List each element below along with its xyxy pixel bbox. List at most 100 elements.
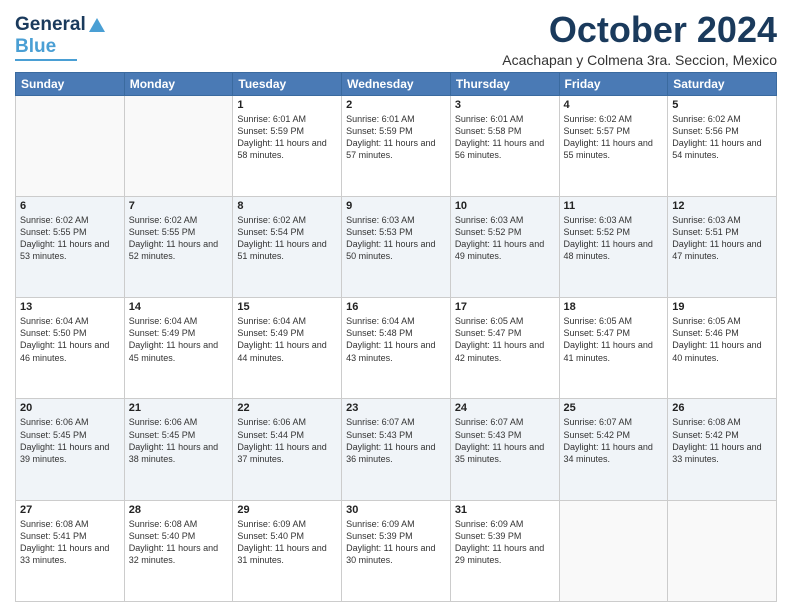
col-friday: Friday — [559, 72, 668, 95]
day-info: Sunrise: 6:02 AM Sunset: 5:56 PM Dayligh… — [672, 113, 772, 162]
table-row: 29 Sunrise: 6:09 AM Sunset: 5:40 PM Dayli… — [233, 500, 342, 601]
day-number: 6 — [20, 200, 120, 212]
calendar-week-row: 1Sunrise: 6:01 AM Sunset: 5:59 PM Daylig… — [16, 95, 777, 196]
day-info: Sunrise: 6:07 AM Sunset: 5:43 PM Dayligh… — [346, 416, 446, 465]
table-row: 19 Sunrise: 6:05 AM Sunset: 5:46 PM Dayli… — [668, 298, 777, 399]
logo: General Blue — [15, 10, 106, 61]
table-row: 5 Sunrise: 6:02 AM Sunset: 5:56 PM Daylig… — [668, 95, 777, 196]
day-info: Sunrise: 6:08 AM Sunset: 5:40 PM Dayligh… — [129, 518, 229, 567]
logo-icon — [88, 16, 106, 34]
day-number: 12 — [672, 200, 772, 212]
table-row: 28 Sunrise: 6:08 AM Sunset: 5:40 PM Dayli… — [124, 500, 233, 601]
day-number: 19 — [672, 301, 772, 313]
table-row — [16, 95, 125, 196]
day-number: 30 — [346, 504, 446, 516]
day-info: Sunrise: 6:06 AM Sunset: 5:44 PM Dayligh… — [237, 416, 337, 465]
day-info: Sunrise: 6:02 AM Sunset: 5:57 PM Dayligh… — [564, 113, 664, 162]
table-row: 30 Sunrise: 6:09 AM Sunset: 5:39 PM Dayli… — [342, 500, 451, 601]
day-number: 25 — [564, 402, 664, 414]
table-row: 24 Sunrise: 6:07 AM Sunset: 5:43 PM Dayli… — [450, 399, 559, 500]
day-number: 5 — [672, 99, 772, 111]
day-number: 31 — [455, 504, 555, 516]
table-row: 21Sunrise: 6:06 AM Sunset: 5:45 PM Dayli… — [124, 399, 233, 500]
table-row: 20Sunrise: 6:06 AM Sunset: 5:45 PM Dayli… — [16, 399, 125, 500]
table-row: 14 Sunrise: 6:04 AM Sunset: 5:49 PM Dayli… — [124, 298, 233, 399]
day-info: Sunrise: 6:06 AM Sunset: 5:45 PM Dayligh… — [20, 416, 120, 465]
day-info: Sunrise: 6:08 AM Sunset: 5:42 PM Dayligh… — [672, 416, 772, 465]
table-row: 27Sunrise: 6:08 AM Sunset: 5:41 PM Dayli… — [16, 500, 125, 601]
table-row: 7Sunrise: 6:02 AM Sunset: 5:55 PM Daylig… — [124, 196, 233, 297]
table-row: 10 Sunrise: 6:03 AM Sunset: 5:52 PM Dayli… — [450, 196, 559, 297]
table-row: 26Sunrise: 6:08 AM Sunset: 5:42 PM Dayli… — [668, 399, 777, 500]
day-number: 27 — [20, 504, 120, 516]
day-number: 14 — [129, 301, 229, 313]
table-row: 11 Sunrise: 6:03 AM Sunset: 5:52 PM Dayli… — [559, 196, 668, 297]
day-info: Sunrise: 6:03 AM Sunset: 5:52 PM Dayligh… — [455, 214, 555, 263]
day-number: 24 — [455, 402, 555, 414]
day-number: 17 — [455, 301, 555, 313]
col-monday: Monday — [124, 72, 233, 95]
day-number: 8 — [237, 200, 337, 212]
day-number: 29 — [237, 504, 337, 516]
table-row: 16 Sunrise: 6:04 AM Sunset: 5:48 PM Dayli… — [342, 298, 451, 399]
day-info: Sunrise: 6:09 AM Sunset: 5:39 PM Dayligh… — [346, 518, 446, 567]
table-row: 13 Sunrise: 6:04 AM Sunset: 5:50 PM Dayli… — [16, 298, 125, 399]
day-number: 10 — [455, 200, 555, 212]
table-row: 18 Sunrise: 6:05 AM Sunset: 5:47 PM Dayli… — [559, 298, 668, 399]
title-section: October 2024 Acachapan y Colmena 3ra. Se… — [502, 10, 777, 68]
col-wednesday: Wednesday — [342, 72, 451, 95]
day-info: Sunrise: 6:04 AM Sunset: 5:50 PM Dayligh… — [20, 315, 120, 364]
day-number: 13 — [20, 301, 120, 313]
table-row — [559, 500, 668, 601]
day-info: Sunrise: 6:04 AM Sunset: 5:49 PM Dayligh… — [129, 315, 229, 364]
table-row: 22 Sunrise: 6:06 AM Sunset: 5:44 PM Dayli… — [233, 399, 342, 500]
calendar-week-row: 6 Sunrise: 6:02 AM Sunset: 5:55 PM Daylig… — [16, 196, 777, 297]
day-number: 16 — [346, 301, 446, 313]
subtitle: Acachapan y Colmena 3ra. Seccion, Mexico — [502, 52, 777, 68]
table-row: 2Sunrise: 6:01 AM Sunset: 5:59 PM Daylig… — [342, 95, 451, 196]
table-row: 6Sunrise: 6:02 AM Sunset: 5:55 PM Daylig… — [16, 196, 125, 297]
day-number: 11 — [564, 200, 664, 212]
day-info: Sunrise: 6:03 AM Sunset: 5:53 PM Dayligh… — [346, 214, 446, 263]
day-number: 9 — [346, 200, 446, 212]
logo-blue: Blue — [15, 36, 56, 58]
calendar-week-row: 20Sunrise: 6:06 AM Sunset: 5:45 PM Dayli… — [16, 399, 777, 500]
day-info: Sunrise: 6:07 AM Sunset: 5:43 PM Dayligh… — [455, 416, 555, 465]
table-row: 25 Sunrise: 6:07 AM Sunset: 5:42 PM Dayli… — [559, 399, 668, 500]
day-number: 18 — [564, 301, 664, 313]
day-info: Sunrise: 6:09 AM Sunset: 5:39 PM Dayligh… — [455, 518, 555, 567]
month-title: October 2024 — [502, 10, 777, 50]
table-row: 9 Sunrise: 6:03 AM Sunset: 5:53 PM Daylig… — [342, 196, 451, 297]
table-row: 1Sunrise: 6:01 AM Sunset: 5:59 PM Daylig… — [233, 95, 342, 196]
day-info: Sunrise: 6:05 AM Sunset: 5:47 PM Dayligh… — [564, 315, 664, 364]
calendar-week-row: 13 Sunrise: 6:04 AM Sunset: 5:50 PM Dayli… — [16, 298, 777, 399]
table-row: 15Sunrise: 6:04 AM Sunset: 5:49 PM Dayli… — [233, 298, 342, 399]
logo-underline — [15, 59, 77, 61]
calendar-table: Sunday Monday Tuesday Wednesday Thursday… — [15, 72, 777, 602]
table-row: 4Sunrise: 6:02 AM Sunset: 5:57 PM Daylig… — [559, 95, 668, 196]
day-number: 22 — [237, 402, 337, 414]
table-row: 3Sunrise: 6:01 AM Sunset: 5:58 PM Daylig… — [450, 95, 559, 196]
day-info: Sunrise: 6:03 AM Sunset: 5:52 PM Dayligh… — [564, 214, 664, 263]
table-row: 12 Sunrise: 6:03 AM Sunset: 5:51 PM Dayli… — [668, 196, 777, 297]
day-info: Sunrise: 6:03 AM Sunset: 5:51 PM Dayligh… — [672, 214, 772, 263]
page: General Blue October 2024 Acachapan y Co… — [0, 0, 792, 612]
col-tuesday: Tuesday — [233, 72, 342, 95]
day-number: 15 — [237, 301, 337, 313]
logo-general: General — [15, 14, 86, 36]
day-info: Sunrise: 6:09 AM Sunset: 5:40 PM Dayligh… — [237, 518, 337, 567]
day-info: Sunrise: 6:02 AM Sunset: 5:55 PM Dayligh… — [129, 214, 229, 263]
day-info: Sunrise: 6:04 AM Sunset: 5:48 PM Dayligh… — [346, 315, 446, 364]
table-row — [668, 500, 777, 601]
calendar-week-row: 27Sunrise: 6:08 AM Sunset: 5:41 PM Dayli… — [16, 500, 777, 601]
day-number: 28 — [129, 504, 229, 516]
col-thursday: Thursday — [450, 72, 559, 95]
day-number: 3 — [455, 99, 555, 111]
day-info: Sunrise: 6:01 AM Sunset: 5:59 PM Dayligh… — [237, 113, 337, 162]
day-info: Sunrise: 6:07 AM Sunset: 5:42 PM Dayligh… — [564, 416, 664, 465]
day-info: Sunrise: 6:02 AM Sunset: 5:54 PM Dayligh… — [237, 214, 337, 263]
col-sunday: Sunday — [16, 72, 125, 95]
table-row: 17 Sunrise: 6:05 AM Sunset: 5:47 PM Dayli… — [450, 298, 559, 399]
day-info: Sunrise: 6:05 AM Sunset: 5:46 PM Dayligh… — [672, 315, 772, 364]
day-info: Sunrise: 6:05 AM Sunset: 5:47 PM Dayligh… — [455, 315, 555, 364]
